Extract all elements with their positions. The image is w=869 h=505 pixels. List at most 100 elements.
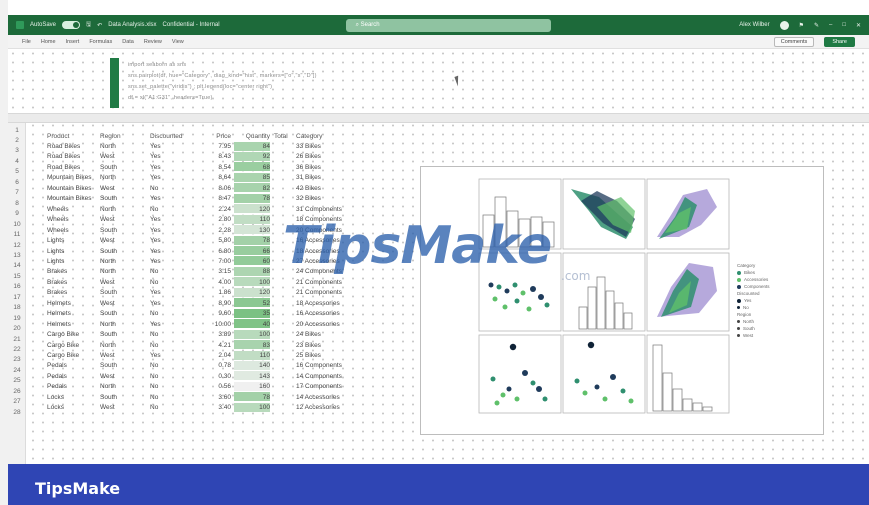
- table-cell[interactable]: 110: [234, 352, 270, 359]
- table-cell[interactable]: 7.00: [213, 258, 231, 265]
- table-cell[interactable]: North: [100, 143, 116, 150]
- table-cell[interactable]: Cargo Bike: [47, 342, 79, 349]
- table-cell[interactable]: 20 Accessories: [296, 321, 340, 328]
- table-cell[interactable]: 8.90: [213, 300, 231, 307]
- table-cell[interactable]: Brakes: [47, 279, 67, 286]
- table-cell[interactable]: 25 Bikes: [296, 352, 321, 359]
- table-cell[interactable]: Pedals: [47, 362, 67, 369]
- row-number[interactable]: 6: [8, 179, 26, 186]
- table-cell[interactable]: 4.21: [213, 342, 231, 349]
- row-number[interactable]: 28: [8, 409, 26, 416]
- table-cell[interactable]: 26 Bikes: [296, 153, 321, 160]
- row-number[interactable]: 26: [8, 388, 26, 395]
- table-cell[interactable]: 17 Components: [296, 383, 342, 390]
- tab-review[interactable]: Review: [144, 39, 162, 45]
- tab-insert[interactable]: Insert: [66, 39, 80, 45]
- table-cell[interactable]: Pedals: [47, 383, 67, 390]
- table-cell[interactable]: 35: [234, 310, 270, 317]
- table-cell[interactable]: 8.06: [213, 185, 231, 192]
- table-cell[interactable]: North: [100, 321, 116, 328]
- row-number[interactable]: 20: [8, 325, 26, 332]
- table-cell[interactable]: No: [150, 404, 158, 411]
- table-cell[interactable]: 8.54: [213, 164, 231, 171]
- table-cell[interactable]: Locks: [47, 394, 64, 401]
- table-cell[interactable]: South: [100, 362, 117, 369]
- table-cell[interactable]: South: [100, 289, 117, 296]
- table-cell[interactable]: 68: [234, 164, 270, 171]
- table-header-cell[interactable]: Quantity: [234, 133, 270, 140]
- table-cell[interactable]: West: [100, 185, 115, 192]
- table-cell[interactable]: Yes: [150, 153, 161, 160]
- table-cell[interactable]: Cargo Bike: [47, 352, 79, 359]
- table-cell[interactable]: No: [150, 394, 158, 401]
- python-code-block[interactable]: import seaborn as sns sns.pairplot(df, h…: [110, 58, 440, 110]
- row-number[interactable]: 2: [8, 137, 26, 144]
- table-cell[interactable]: 18 Accessories: [296, 300, 340, 307]
- row-number[interactable]: 24: [8, 367, 26, 374]
- table-cell[interactable]: West: [100, 153, 115, 160]
- table-cell[interactable]: South: [100, 394, 117, 401]
- table-cell[interactable]: 31 Bikes: [296, 174, 321, 181]
- table-header-cell[interactable]: Total: [274, 133, 288, 140]
- table-cell[interactable]: North: [100, 342, 116, 349]
- table-cell[interactable]: 78: [234, 394, 270, 401]
- table-cell[interactable]: Yes: [150, 143, 161, 150]
- table-cell[interactable]: No: [150, 268, 158, 275]
- table-cell[interactable]: 66: [234, 248, 270, 255]
- table-cell[interactable]: 12 Accessories: [296, 404, 340, 411]
- table-cell[interactable]: 21 Components: [296, 289, 342, 296]
- column-headers[interactable]: [8, 113, 869, 123]
- table-cell[interactable]: Lights: [47, 248, 64, 255]
- table-cell[interactable]: Brakes: [47, 289, 67, 296]
- table-cell[interactable]: South: [100, 331, 117, 338]
- maximize-icon[interactable]: □: [842, 22, 846, 28]
- table-cell[interactable]: No: [150, 206, 158, 213]
- table-cell[interactable]: No: [150, 279, 158, 286]
- share-button[interactable]: Share: [824, 36, 855, 47]
- table-cell[interactable]: Helmets: [47, 300, 71, 307]
- table-cell[interactable]: 31 Components: [296, 206, 342, 213]
- table-cell[interactable]: Helmets: [47, 310, 71, 317]
- table-cell[interactable]: West: [100, 373, 115, 380]
- row-number[interactable]: 25: [8, 377, 26, 384]
- table-cell[interactable]: 3.40: [213, 404, 231, 411]
- table-cell[interactable]: 140: [234, 362, 270, 369]
- table-cell[interactable]: 0.78: [213, 362, 231, 369]
- table-cell[interactable]: West: [100, 279, 115, 286]
- table-cell[interactable]: Yes: [150, 237, 161, 244]
- table-cell[interactable]: 83: [234, 342, 270, 349]
- table-cell[interactable]: 2.28: [213, 227, 231, 234]
- autosave-toggle[interactable]: [62, 21, 81, 29]
- tab-data[interactable]: Data: [122, 39, 134, 45]
- row-number[interactable]: 8: [8, 200, 26, 207]
- table-cell[interactable]: 3.15: [213, 268, 231, 275]
- table-header-cell[interactable]: Category: [296, 133, 322, 140]
- table-cell[interactable]: 8.47: [213, 195, 231, 202]
- row-number[interactable]: 16: [8, 283, 26, 290]
- table-cell[interactable]: Yes: [150, 289, 161, 296]
- table-cell[interactable]: South: [100, 310, 117, 317]
- table-cell[interactable]: No: [150, 383, 158, 390]
- close-icon[interactable]: ✕: [856, 22, 861, 29]
- table-cell[interactable]: Lights: [47, 258, 64, 265]
- table-cell[interactable]: 84: [234, 143, 270, 150]
- table-cell[interactable]: South: [100, 164, 117, 171]
- table-cell[interactable]: 52: [234, 300, 270, 307]
- table-cell[interactable]: No: [150, 331, 158, 338]
- row-number[interactable]: 7: [8, 189, 26, 196]
- table-cell[interactable]: Yes: [150, 300, 161, 307]
- table-cell[interactable]: 3.89: [213, 331, 231, 338]
- table-cell[interactable]: No: [150, 185, 158, 192]
- row-number[interactable]: 3: [8, 147, 26, 154]
- table-cell[interactable]: 8.64: [213, 174, 231, 181]
- table-cell[interactable]: No: [150, 342, 158, 349]
- row-number[interactable]: 19: [8, 315, 26, 322]
- table-cell[interactable]: 88: [234, 268, 270, 275]
- table-cell[interactable]: Yes: [150, 164, 161, 171]
- table-cell[interactable]: Mountain Bikes: [47, 185, 91, 192]
- table-cell[interactable]: North: [100, 268, 116, 275]
- table-cell[interactable]: North: [100, 383, 116, 390]
- table-cell[interactable]: No: [150, 310, 158, 317]
- table-cell[interactable]: Yes: [150, 174, 161, 181]
- table-cell[interactable]: North: [100, 258, 116, 265]
